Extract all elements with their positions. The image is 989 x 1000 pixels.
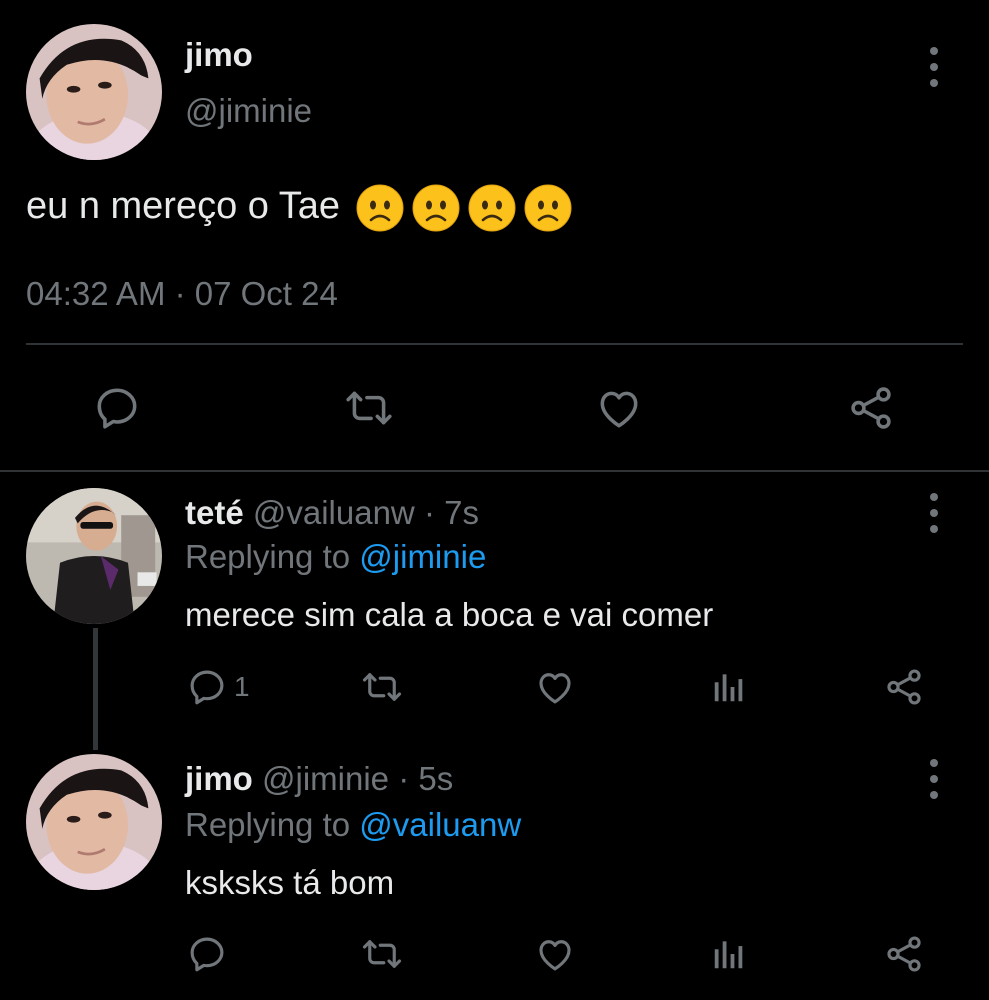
slightly-frowning-face-icon — [468, 184, 516, 232]
share-icon[interactable] — [883, 933, 925, 975]
share-icon[interactable] — [883, 666, 925, 708]
more-options-icon[interactable] — [926, 47, 942, 87]
like-icon[interactable] — [534, 933, 576, 975]
replying-to-link[interactable]: @vailuanw — [359, 806, 521, 843]
more-options-icon[interactable] — [926, 759, 942, 799]
avatar[interactable] — [26, 488, 162, 624]
slightly-frowning-face-icon — [412, 184, 460, 232]
replying-to: Replying to @vailuanw — [185, 806, 521, 844]
display-name[interactable]: jimo — [185, 760, 253, 797]
avatar[interactable] — [26, 754, 162, 890]
analytics-icon[interactable] — [710, 935, 748, 973]
reply-text: merece sim cala a boca e vai comer — [185, 596, 714, 633]
relative-time[interactable]: · 5s — [398, 760, 453, 797]
thread-line — [93, 628, 98, 750]
display-name[interactable]: teté — [185, 494, 244, 531]
reply-text: ksksks tá bom — [185, 864, 395, 901]
reply-icon — [190, 670, 224, 705]
timestamp[interactable]: 04:32 AM · 07 Oct 24 — [26, 275, 338, 313]
avatar[interactable] — [26, 24, 162, 160]
reply-icon[interactable] — [92, 383, 142, 433]
display-name[interactable]: jimo — [185, 36, 253, 74]
reply-icon — [190, 937, 224, 972]
slightly-frowning-face-icon — [356, 184, 404, 232]
like-icon[interactable] — [594, 383, 644, 433]
avatar-image — [26, 488, 162, 624]
tweet-text-content: eu n mereço o Tae — [26, 185, 341, 228]
handle[interactable]: @jiminie — [262, 760, 389, 797]
divider — [0, 470, 989, 472]
analytics-icon[interactable] — [710, 668, 748, 706]
reply-header: teté @vailuanw · 7s — [185, 494, 479, 532]
retweet-icon[interactable] — [338, 383, 400, 433]
divider — [26, 343, 963, 345]
replying-to-link[interactable]: @jiminie — [359, 538, 486, 575]
reply-header: jimo @jiminie · 5s — [185, 760, 453, 798]
retweet-icon[interactable] — [357, 933, 407, 975]
like-icon[interactable] — [534, 666, 576, 708]
more-options-icon[interactable] — [926, 493, 942, 533]
avatar-image — [26, 24, 162, 160]
avatar-image — [26, 754, 162, 890]
handle[interactable]: @vailuanw — [253, 494, 415, 531]
replying-to-label: Replying to — [185, 538, 351, 575]
reply-button[interactable] — [186, 933, 234, 975]
replying-to-label: Replying to — [185, 806, 351, 843]
share-icon[interactable] — [846, 383, 896, 433]
tweet-text: eu n mereço o Tae — [26, 184, 572, 232]
handle[interactable]: @jiminie — [185, 92, 312, 130]
retweet-icon[interactable] — [357, 666, 407, 708]
reply-count: 1 — [234, 671, 250, 702]
replying-to: Replying to @jiminie — [185, 538, 486, 576]
slightly-frowning-face-icon — [524, 184, 572, 232]
relative-time[interactable]: · 7s — [424, 494, 479, 531]
reply-button[interactable]: 1 — [186, 666, 250, 708]
